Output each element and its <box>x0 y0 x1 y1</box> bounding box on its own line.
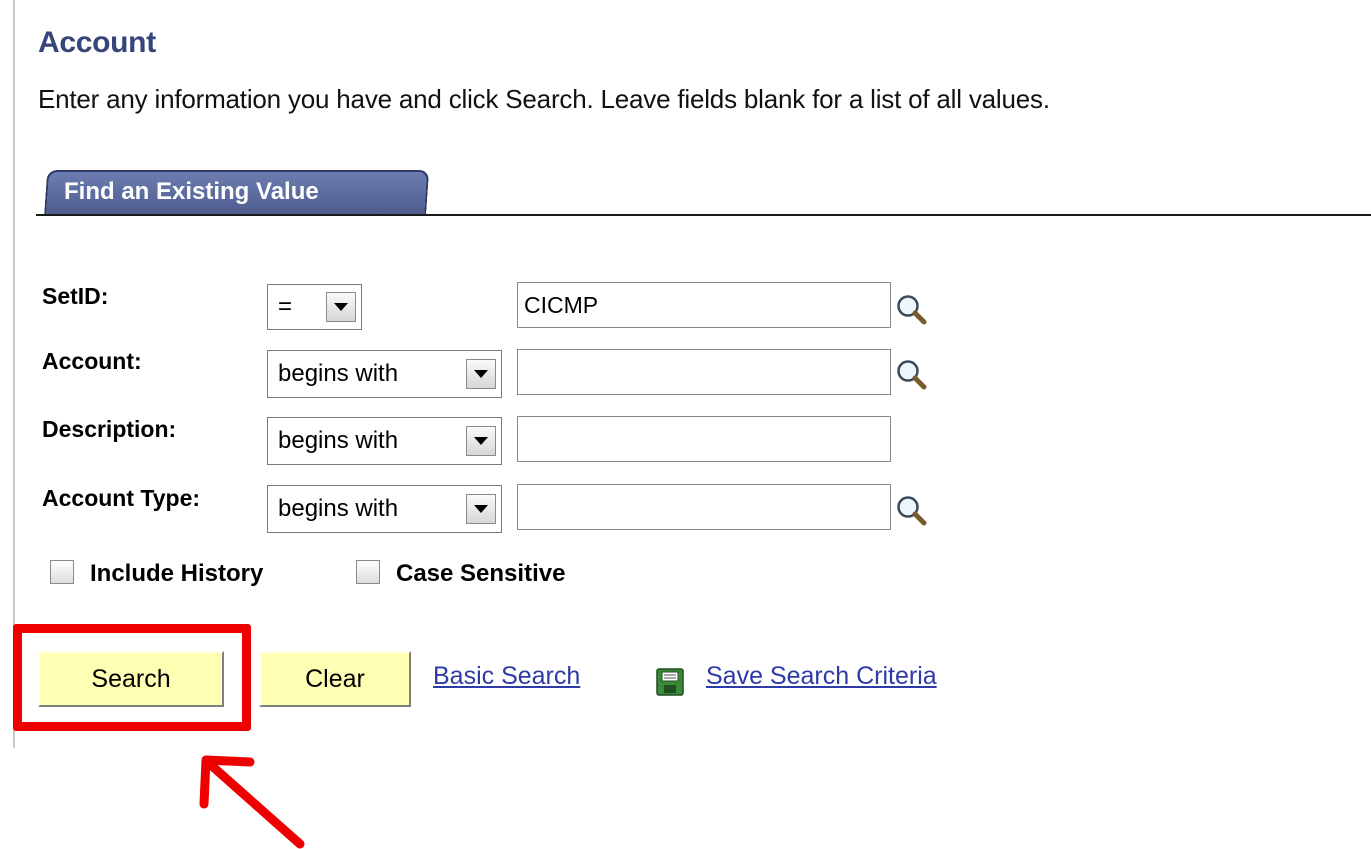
setid-operator-value: = <box>278 293 293 320</box>
description-operator-select[interactable]: begins with <box>267 417 502 465</box>
description-input[interactable] <box>517 416 891 462</box>
case-sensitive-checkbox[interactable] <box>356 560 380 584</box>
case-sensitive-label: Case Sensitive <box>396 560 566 587</box>
description-label: Description: <box>42 416 177 442</box>
setid-operator-select[interactable]: = <box>267 284 362 330</box>
account-type-label: Account Type: <box>42 485 201 511</box>
setid-lookup-icon[interactable] <box>893 291 931 329</box>
account-type-operator-select[interactable]: begins with <box>267 485 502 533</box>
save-icon[interactable] <box>655 667 685 697</box>
page-title: Account <box>38 26 156 59</box>
clear-button[interactable]: Clear <box>259 651 411 707</box>
tab-divider <box>36 214 1371 216</box>
chevron-down-icon[interactable] <box>466 426 496 456</box>
chevron-down-icon[interactable] <box>466 494 496 524</box>
chevron-down-icon[interactable] <box>466 359 496 389</box>
instructions-text: Enter any information you have and click… <box>38 84 1050 114</box>
account-operator-select[interactable]: begins with <box>267 350 502 398</box>
tab-find-existing-value-label[interactable]: Find an Existing Value <box>64 178 319 206</box>
annotation-arrow-icon <box>199 755 305 849</box>
account-lookup-icon[interactable] <box>893 356 931 394</box>
account-operator-value: begins with <box>278 360 399 387</box>
description-operator-value: begins with <box>278 427 399 454</box>
account-type-lookup-icon[interactable] <box>893 492 931 530</box>
account-label: Account: <box>42 348 142 374</box>
search-highlight-box <box>13 624 251 731</box>
chevron-down-icon[interactable] <box>326 292 356 322</box>
setid-input[interactable] <box>517 282 891 328</box>
account-type-input[interactable] <box>517 484 891 530</box>
account-input[interactable] <box>517 349 891 395</box>
basic-search-link[interactable]: Basic Search <box>433 662 580 691</box>
save-search-criteria-link[interactable]: Save Search Criteria <box>706 662 937 691</box>
include-history-label: Include History <box>90 560 264 587</box>
account-type-operator-value: begins with <box>278 495 399 522</box>
include-history-checkbox[interactable] <box>50 560 74 584</box>
setid-label: SetID: <box>42 283 109 309</box>
